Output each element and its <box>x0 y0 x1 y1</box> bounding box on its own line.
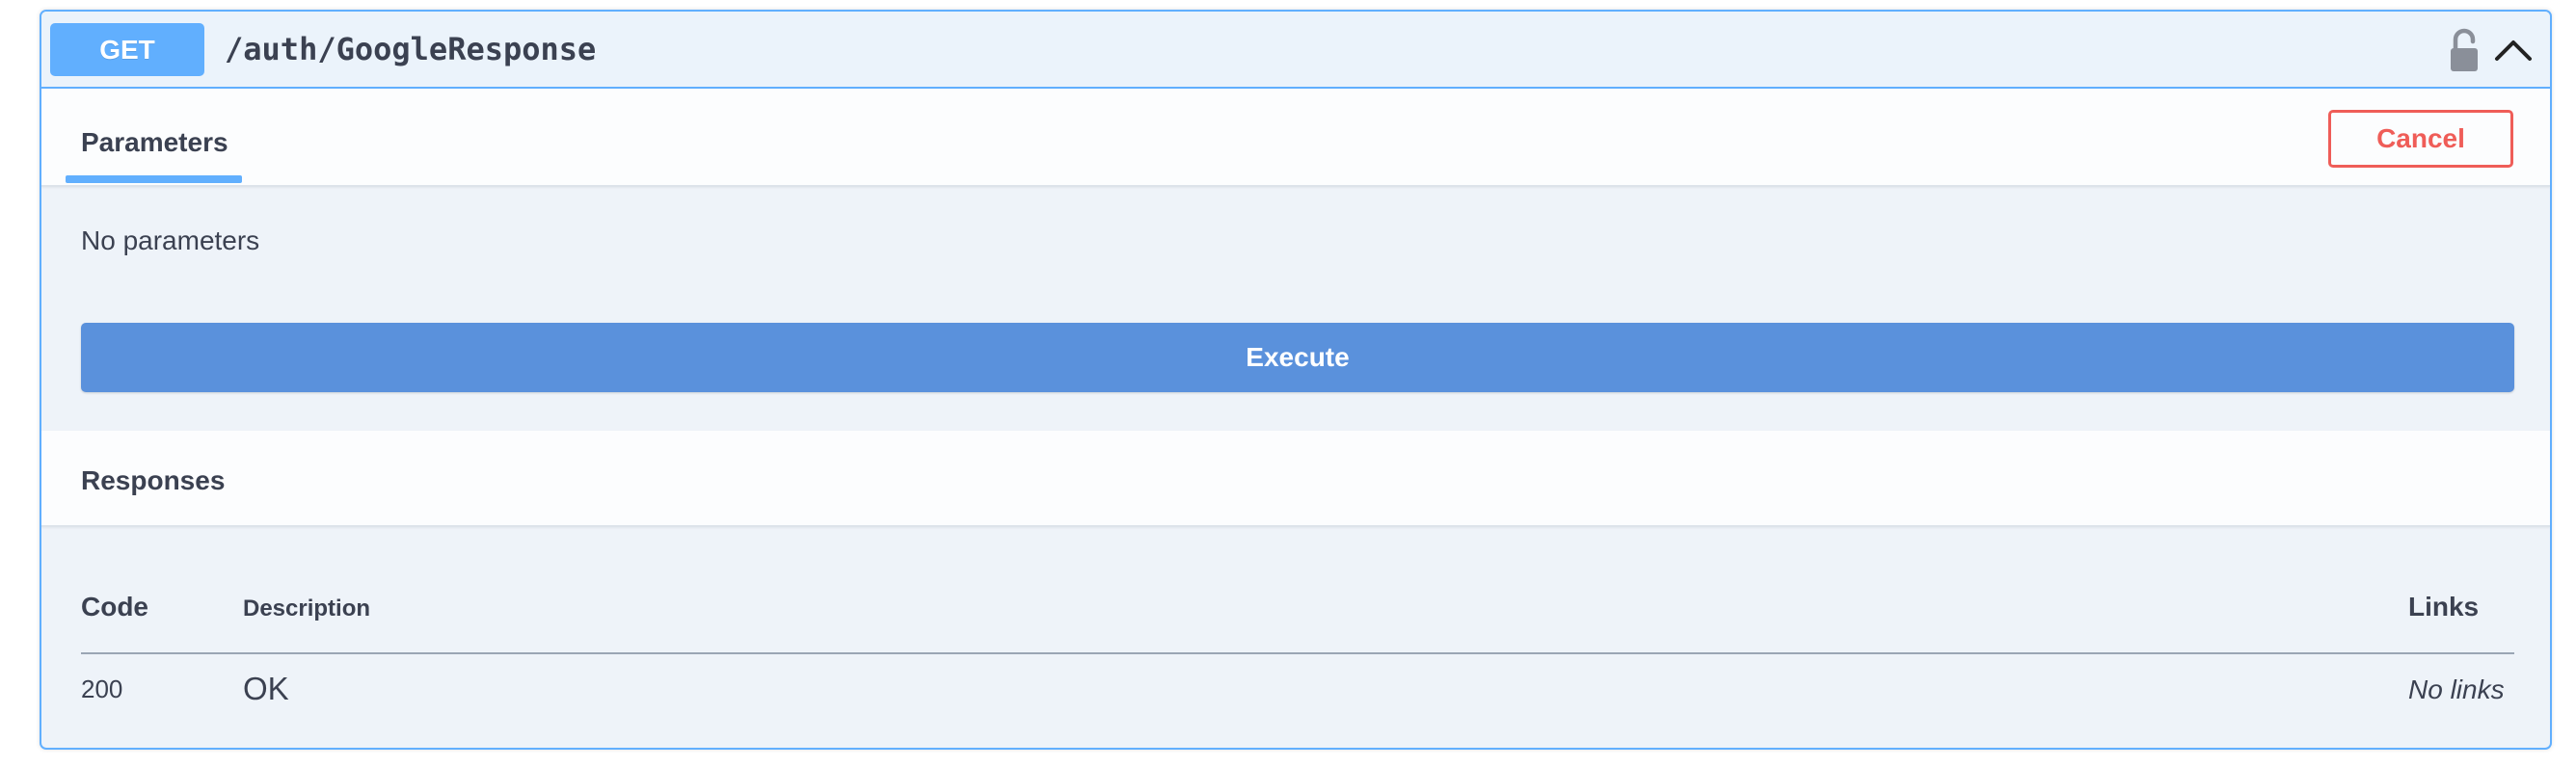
response-links: No links <box>2408 674 2505 704</box>
cancel-button[interactable]: Cancel <box>2328 110 2513 168</box>
column-header-description: Description <box>243 595 371 622</box>
operation-path: /auth/GoogleResponse <box>225 31 597 67</box>
operation-block: GET /auth/GoogleResponse Parameters Canc… <box>40 10 2552 750</box>
table-divider <box>81 652 2514 654</box>
column-header-code: Code <box>81 592 148 622</box>
chevron-up-icon[interactable] <box>2490 31 2536 69</box>
tabs-header: Parameters Cancel <box>41 89 2550 187</box>
responses-title: Responses <box>81 465 226 495</box>
unlocked-padlock-icon[interactable] <box>2445 27 2483 73</box>
responses-header: Responses <box>41 431 2550 527</box>
response-description: OK <box>243 671 289 706</box>
tab-parameters[interactable]: Parameters <box>81 127 228 158</box>
http-method-badge: GET <box>50 23 204 76</box>
no-parameters-text: No parameters <box>81 225 260 255</box>
response-code: 200 <box>81 674 123 703</box>
active-tab-indicator <box>66 175 242 183</box>
column-header-links: Links <box>2408 592 2480 622</box>
operation-summary[interactable]: GET /auth/GoogleResponse <box>41 12 2550 89</box>
execute-button[interactable]: Execute <box>81 323 2514 392</box>
